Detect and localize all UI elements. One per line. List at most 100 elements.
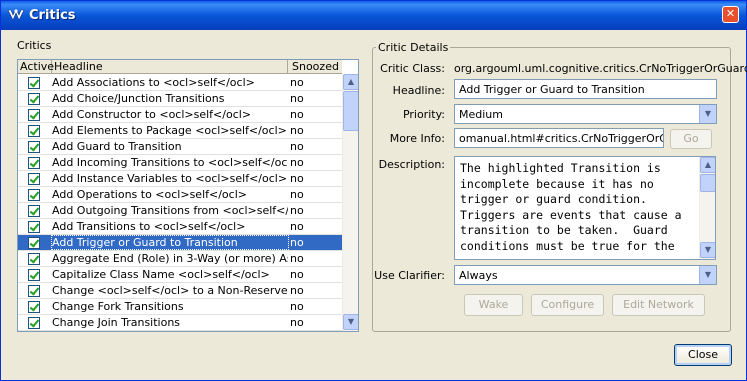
scroll-up-icon[interactable]: ▲ xyxy=(343,74,358,90)
row-snoozed: no xyxy=(290,188,304,201)
active-checkbox[interactable] xyxy=(28,285,40,297)
table-row[interactable]: Change Join Transitions no xyxy=(18,315,342,331)
active-checkbox[interactable] xyxy=(28,317,40,329)
priority-select[interactable]: Medium ▼ xyxy=(454,104,717,124)
row-snoozed: no xyxy=(290,316,304,329)
active-checkbox[interactable] xyxy=(28,301,40,313)
table-header: Active Headline Snoozed xyxy=(18,60,342,74)
scroll-up-icon[interactable]: ▲ xyxy=(700,157,715,173)
active-checkbox[interactable] xyxy=(28,141,40,153)
scroll-thumb[interactable] xyxy=(700,174,715,192)
active-checkbox[interactable] xyxy=(28,221,40,233)
column-header-snoozed[interactable]: Snoozed xyxy=(290,60,342,74)
row-headline: Add Elements to Package <ocl>self</ocl> xyxy=(52,124,287,137)
more-info-label: More Info: xyxy=(389,132,445,145)
row-snoozed: no xyxy=(290,172,304,185)
table-row[interactable]: Add Trigger or Guard to Transition no xyxy=(18,235,342,251)
row-snoozed: no xyxy=(290,156,304,169)
critic-class-value: org.argouml.uml.cognitive.critics.CrNoTr… xyxy=(454,62,747,75)
use-clarifier-label: Use Clarifier: xyxy=(374,269,445,282)
priority-selected-value: Medium xyxy=(459,108,503,121)
table-row[interactable]: Change <ocl>self</ocl> to a Non-Reserved… xyxy=(18,283,342,299)
table-row[interactable]: Add Choice/Junction Transitions no xyxy=(18,91,342,107)
row-headline: Add Outgoing Transitions from <ocl>self<… xyxy=(52,204,288,217)
row-headline: Capitalize Class Name <ocl>self</ocl> xyxy=(52,268,270,281)
title-bar[interactable]: Critics ✕ xyxy=(1,1,746,30)
table-row[interactable]: Add Instance Variables to <ocl>self</ocl… xyxy=(18,171,342,187)
table-row[interactable]: Capitalize Class Name <ocl>self</ocl> no xyxy=(18,267,342,283)
row-snoozed: no xyxy=(290,140,304,153)
row-snoozed: no xyxy=(290,76,304,89)
chevron-down-icon[interactable]: ▼ xyxy=(699,105,716,123)
table-row[interactable]: Add Elements to Package <ocl>self</ocl> n… xyxy=(18,123,342,139)
table-row[interactable]: Aggregate End (Role) in 3-Way (or more) … xyxy=(18,251,342,267)
critics-rows: Add Associations to <ocl>self</ocl> no Add… xyxy=(18,75,342,331)
row-snoozed: no xyxy=(290,252,304,265)
row-snoozed: no xyxy=(290,284,304,297)
scroll-thumb[interactable] xyxy=(343,91,358,131)
table-row[interactable]: Add Outgoing Transitions from <ocl>self<… xyxy=(18,203,342,219)
window-close-button[interactable]: ✕ xyxy=(722,6,739,23)
row-headline: Change Join Transitions xyxy=(52,316,181,329)
active-checkbox[interactable] xyxy=(28,125,40,137)
headline-field[interactable]: Add Trigger or Guard to Transition xyxy=(454,79,717,99)
critics-table: Active Headline Snoozed Add Associations… xyxy=(17,59,359,332)
critics-group-label: Critics xyxy=(15,39,54,52)
row-snoozed: no xyxy=(290,124,304,137)
row-headline: Add Operations to <ocl>self</ocl> xyxy=(52,188,247,201)
table-row[interactable]: Add Guard to Transition no xyxy=(18,139,342,155)
scroll-down-icon[interactable]: ▼ xyxy=(343,314,358,330)
description-textarea[interactable]: The highlighted Transition is incomplete… xyxy=(454,156,716,260)
active-checkbox[interactable] xyxy=(28,93,40,105)
description-text: The highlighted Transition is incomplete… xyxy=(460,161,682,253)
critics-vertical-scrollbar[interactable]: ▲ ▼ xyxy=(342,74,358,331)
description-label: Description: xyxy=(378,158,445,171)
table-row[interactable]: Add Incoming Transitions to <ocl>self</o… xyxy=(18,155,342,171)
row-headline: Add Incoming Transitions to <ocl>self</o… xyxy=(52,156,288,169)
active-checkbox[interactable] xyxy=(28,205,40,217)
critics-dialog: Critics ✕ Critics Active Headline Snooze… xyxy=(0,0,747,381)
active-checkbox[interactable] xyxy=(28,237,40,249)
active-checkbox[interactable] xyxy=(28,173,40,185)
priority-label: Priority: xyxy=(402,108,445,121)
column-header-active[interactable]: Active xyxy=(18,60,54,74)
row-headline: Add Associations to <ocl>self</ocl> xyxy=(52,76,255,89)
table-row[interactable]: Add Operations to <ocl>self</ocl> no xyxy=(18,187,342,203)
row-snoozed: no xyxy=(290,108,304,121)
row-snoozed: no xyxy=(290,204,304,217)
active-checkbox[interactable] xyxy=(28,109,40,121)
row-snoozed: no xyxy=(290,220,304,233)
active-checkbox[interactable] xyxy=(28,253,40,265)
wake-button[interactable]: Wake xyxy=(464,294,523,316)
use-clarifier-selected-value: Always xyxy=(459,269,498,282)
active-checkbox[interactable] xyxy=(28,157,40,169)
active-checkbox[interactable] xyxy=(28,189,40,201)
active-checkbox[interactable] xyxy=(28,77,40,89)
row-headline: Add Constructor to <ocl>self</ocl> xyxy=(52,108,252,121)
column-header-headline[interactable]: Headline xyxy=(52,60,288,74)
scroll-down-icon[interactable]: ▼ xyxy=(700,242,715,258)
row-headline: Aggregate End (Role) in 3-Way (or more) … xyxy=(52,252,288,265)
configure-button[interactable]: Configure xyxy=(531,294,604,316)
critic-class-label: Critic Class: xyxy=(380,62,445,75)
critic-details-group-label: Critic Details xyxy=(376,41,451,54)
edit-network-button[interactable]: Edit Network xyxy=(612,294,705,316)
chevron-down-icon[interactable]: ▼ xyxy=(699,266,716,284)
active-checkbox[interactable] xyxy=(28,269,40,281)
description-vertical-scrollbar[interactable]: ▲ ▼ xyxy=(699,157,715,259)
table-row[interactable]: Add Transitions to <ocl>self</ocl> no xyxy=(18,219,342,235)
table-row[interactable]: Add Constructor to <ocl>self</ocl> no xyxy=(18,107,342,123)
argouml-app-icon xyxy=(7,8,25,21)
row-snoozed: no xyxy=(290,300,304,313)
row-headline: Add Guard to Transition xyxy=(52,140,182,153)
row-headline: Add Instance Variables to <ocl>self</ocl… xyxy=(52,172,288,185)
use-clarifier-select[interactable]: Always ▼ xyxy=(454,265,717,285)
row-headline: Add Transitions to <ocl>self</ocl> xyxy=(52,220,246,233)
table-row[interactable]: Change Fork Transitions no xyxy=(18,299,342,315)
row-headline: Add Choice/Junction Transitions xyxy=(52,92,225,105)
table-row[interactable]: Add Associations to <ocl>self</ocl> no xyxy=(18,75,342,91)
more-info-field[interactable]: omanual.html#critics.CrNoTriggerOrGuard xyxy=(454,128,664,148)
go-button[interactable]: Go xyxy=(670,129,712,149)
close-button[interactable]: Close xyxy=(674,344,732,366)
row-snoozed: no xyxy=(290,268,304,281)
